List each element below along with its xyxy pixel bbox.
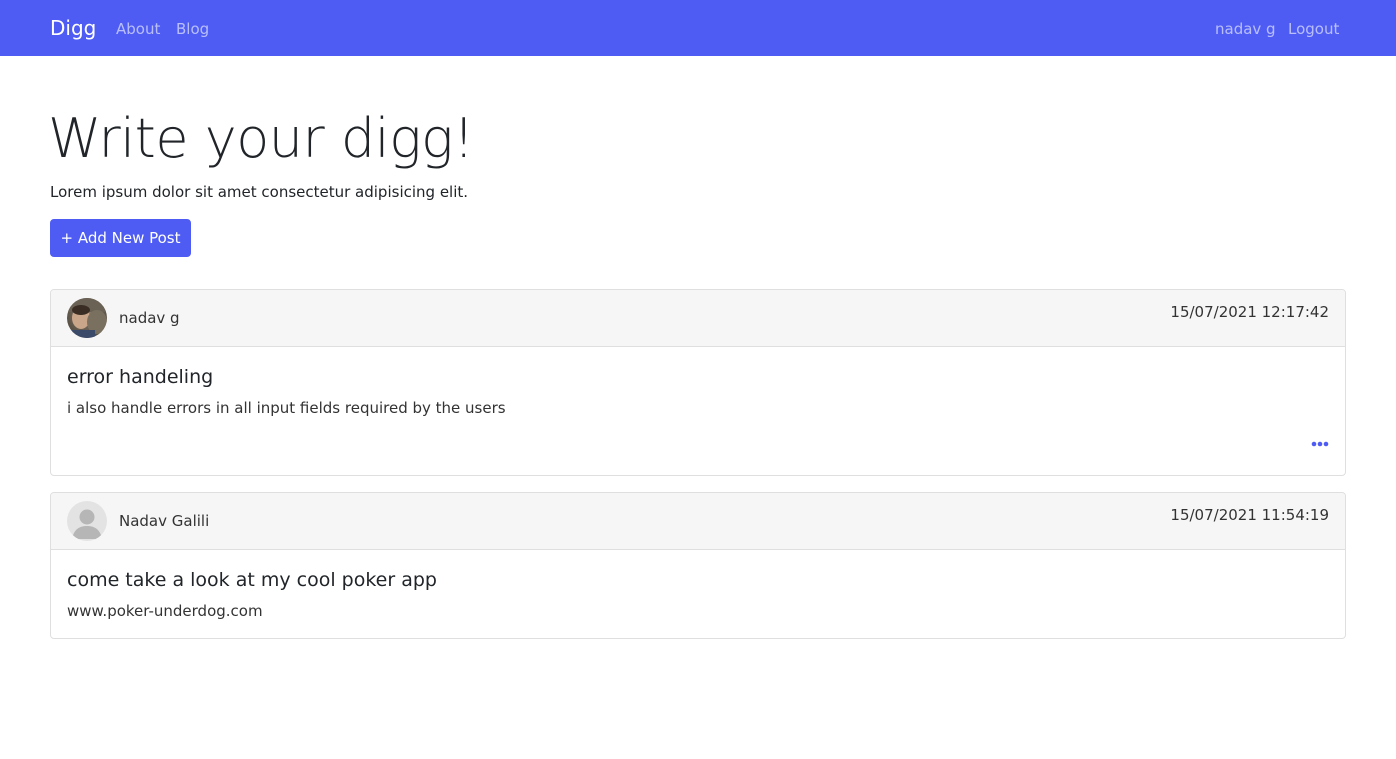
- add-new-post-button[interactable]: + Add New Post: [50, 219, 191, 257]
- post-header: Nadav Galili 15/07/2021 11:54:19: [51, 493, 1345, 550]
- avatar: [67, 501, 107, 541]
- nav-link-about[interactable]: About: [116, 19, 160, 39]
- post-title: error handeling: [67, 366, 214, 388]
- page-title: Write your digg!: [48, 107, 475, 170]
- page-subtitle: Lorem ipsum dolor sit amet consectetur a…: [50, 183, 469, 201]
- nav-user-link[interactable]: nadav g: [1215, 19, 1276, 39]
- post-body: www.poker-underdog.com: [67, 602, 263, 620]
- post-author[interactable]: nadav g: [119, 308, 180, 328]
- post-author[interactable]: Nadav Galili: [119, 511, 209, 531]
- default-user-avatar-icon: [67, 501, 107, 541]
- nav-link-blog[interactable]: Blog: [176, 19, 209, 39]
- post-timestamp: 15/07/2021 12:17:42: [1170, 303, 1329, 321]
- post-body: i also handle errors in all input fields…: [67, 399, 506, 417]
- post-timestamp: 15/07/2021 11:54:19: [1170, 506, 1329, 524]
- more-horizontal-icon[interactable]: [1311, 436, 1329, 450]
- avatar: [67, 298, 107, 338]
- brand-link[interactable]: Digg: [50, 15, 96, 41]
- post-card: nadav g 15/07/2021 12:17:42 error handel…: [50, 289, 1346, 476]
- post-card: Nadav Galili 15/07/2021 11:54:19 come ta…: [50, 492, 1346, 639]
- logout-link[interactable]: Logout: [1288, 19, 1339, 39]
- navbar: Digg About Blog nadav g Logout: [0, 0, 1396, 56]
- post-header: nadav g 15/07/2021 12:17:42: [51, 290, 1345, 347]
- photo-avatar-icon: [67, 298, 107, 338]
- post-title: come take a look at my cool poker app: [67, 569, 437, 591]
